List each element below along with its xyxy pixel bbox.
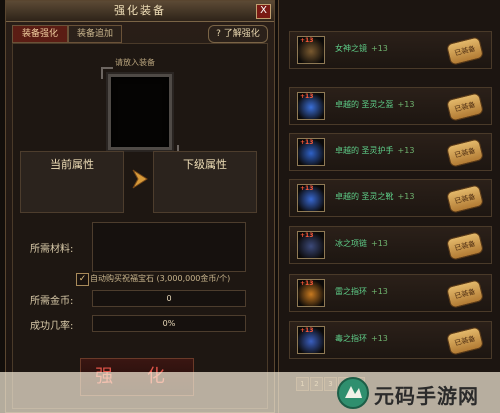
next-attributes-label: 下级属性: [183, 158, 227, 171]
close-button[interactable]: X: [256, 4, 271, 19]
item-name-text: 雷之指环: [335, 287, 367, 296]
item-name-text: 卓越的 圣灵之盔: [335, 100, 394, 109]
equipment-item-row[interactable]: +13 毒之指环 +13 已装备: [289, 321, 492, 359]
help-button[interactable]: ? 了解强化: [208, 25, 268, 43]
auto-buy-checkbox[interactable]: ✓: [76, 273, 89, 286]
equipment-item-row[interactable]: +13 卓越的 圣灵之靴 +13 已装备: [289, 179, 492, 217]
auto-buy-label: 自动购买祝福宝石 (3,000,000金币/个): [90, 274, 231, 283]
equipment-item-row[interactable]: +13 卓越的 圣灵护手 +13 已装备: [289, 133, 492, 171]
slot-caption: 请放入装备: [115, 58, 155, 67]
equipped-button[interactable]: 已装备: [445, 184, 485, 214]
gold-label: 所需金币:: [30, 296, 74, 307]
equipped-button[interactable]: 已装备: [445, 279, 485, 309]
item-level-badge: +13: [300, 280, 314, 287]
equipment-slot[interactable]: [101, 67, 179, 157]
mirror-icon: +13: [297, 36, 325, 64]
item-level: +13: [397, 100, 415, 109]
item-level: +13: [397, 146, 415, 155]
current-attributes-label: 当前属性: [50, 158, 94, 171]
watermark-text: 元码手游网: [374, 384, 479, 408]
gold-value: 0: [92, 290, 246, 307]
equipment-item-row[interactable]: +13 女神之镜 +13 已装备: [289, 31, 492, 69]
equipment-item-row[interactable]: +13 卓越的 圣灵之盔 +13 已装备: [289, 87, 492, 125]
watermark-logo-icon: [337, 377, 369, 409]
tab-equipment-append[interactable]: 装备追加: [68, 25, 122, 43]
item-name-text: 女神之镜: [335, 44, 367, 53]
item-level: +13: [371, 44, 388, 53]
materials-label: 所需材料:: [30, 244, 74, 255]
item-name-text: 毒之指环: [335, 334, 367, 343]
ring-icon: +13: [297, 326, 325, 354]
item-level: +13: [371, 287, 388, 296]
item-level: +13: [371, 334, 388, 343]
item-name: 冰之项链 +13: [335, 238, 388, 249]
equipped-button[interactable]: 已装备: [445, 92, 485, 122]
equipment-item-row[interactable]: +13 冰之项链 +13 已装备: [289, 226, 492, 264]
tab-equipment-enhance[interactable]: 装备强化: [12, 25, 68, 43]
item-level-badge: +13: [300, 232, 314, 239]
materials-slot[interactable]: [92, 222, 246, 272]
item-name: 卓越的 圣灵之盔 +13: [335, 99, 414, 110]
gloves-icon: +13: [297, 138, 325, 166]
window-title: 强化装备: [6, 1, 274, 22]
equipped-button[interactable]: 已装备: [445, 231, 485, 261]
arrow-right-icon: [132, 169, 148, 189]
item-name: 女神之镜 +13: [335, 43, 388, 54]
equipped-button[interactable]: 已装备: [445, 326, 485, 356]
next-attributes-box: 下级属性: [153, 151, 257, 213]
item-level: +13: [397, 192, 415, 201]
item-name: 卓越的 圣灵之靴 +13: [335, 191, 414, 202]
item-level: +13: [371, 239, 388, 248]
close-icon: X: [260, 5, 267, 16]
ring-icon: +13: [297, 279, 325, 307]
item-name: 雷之指环 +13: [335, 286, 388, 297]
boots-icon: +13: [297, 184, 325, 212]
equipped-button[interactable]: 已装备: [445, 138, 485, 168]
item-name-text: 冰之项链: [335, 239, 367, 248]
item-name-text: 卓越的 圣灵护手: [335, 146, 394, 155]
item-level-badge: +13: [300, 93, 314, 100]
item-name: 毒之指环 +13: [335, 333, 388, 344]
success-rate-label: 成功几率:: [30, 321, 74, 332]
helmet-icon: +13: [297, 92, 325, 120]
item-level-badge: +13: [300, 327, 314, 334]
item-level-badge: +13: [300, 185, 314, 192]
item-level-badge: +13: [300, 139, 314, 146]
success-rate-value: 0%: [92, 315, 246, 332]
item-name: 卓越的 圣灵护手 +13: [335, 145, 414, 156]
current-attributes-box: 当前属性: [20, 151, 124, 213]
item-name-text: 卓越的 圣灵之靴: [335, 192, 394, 201]
necklace-icon: +13: [297, 231, 325, 259]
item-level-badge: +13: [300, 37, 314, 44]
equipped-button[interactable]: 已装备: [445, 36, 485, 66]
equipment-item-row[interactable]: +13 雷之指环 +13 已装备: [289, 274, 492, 312]
